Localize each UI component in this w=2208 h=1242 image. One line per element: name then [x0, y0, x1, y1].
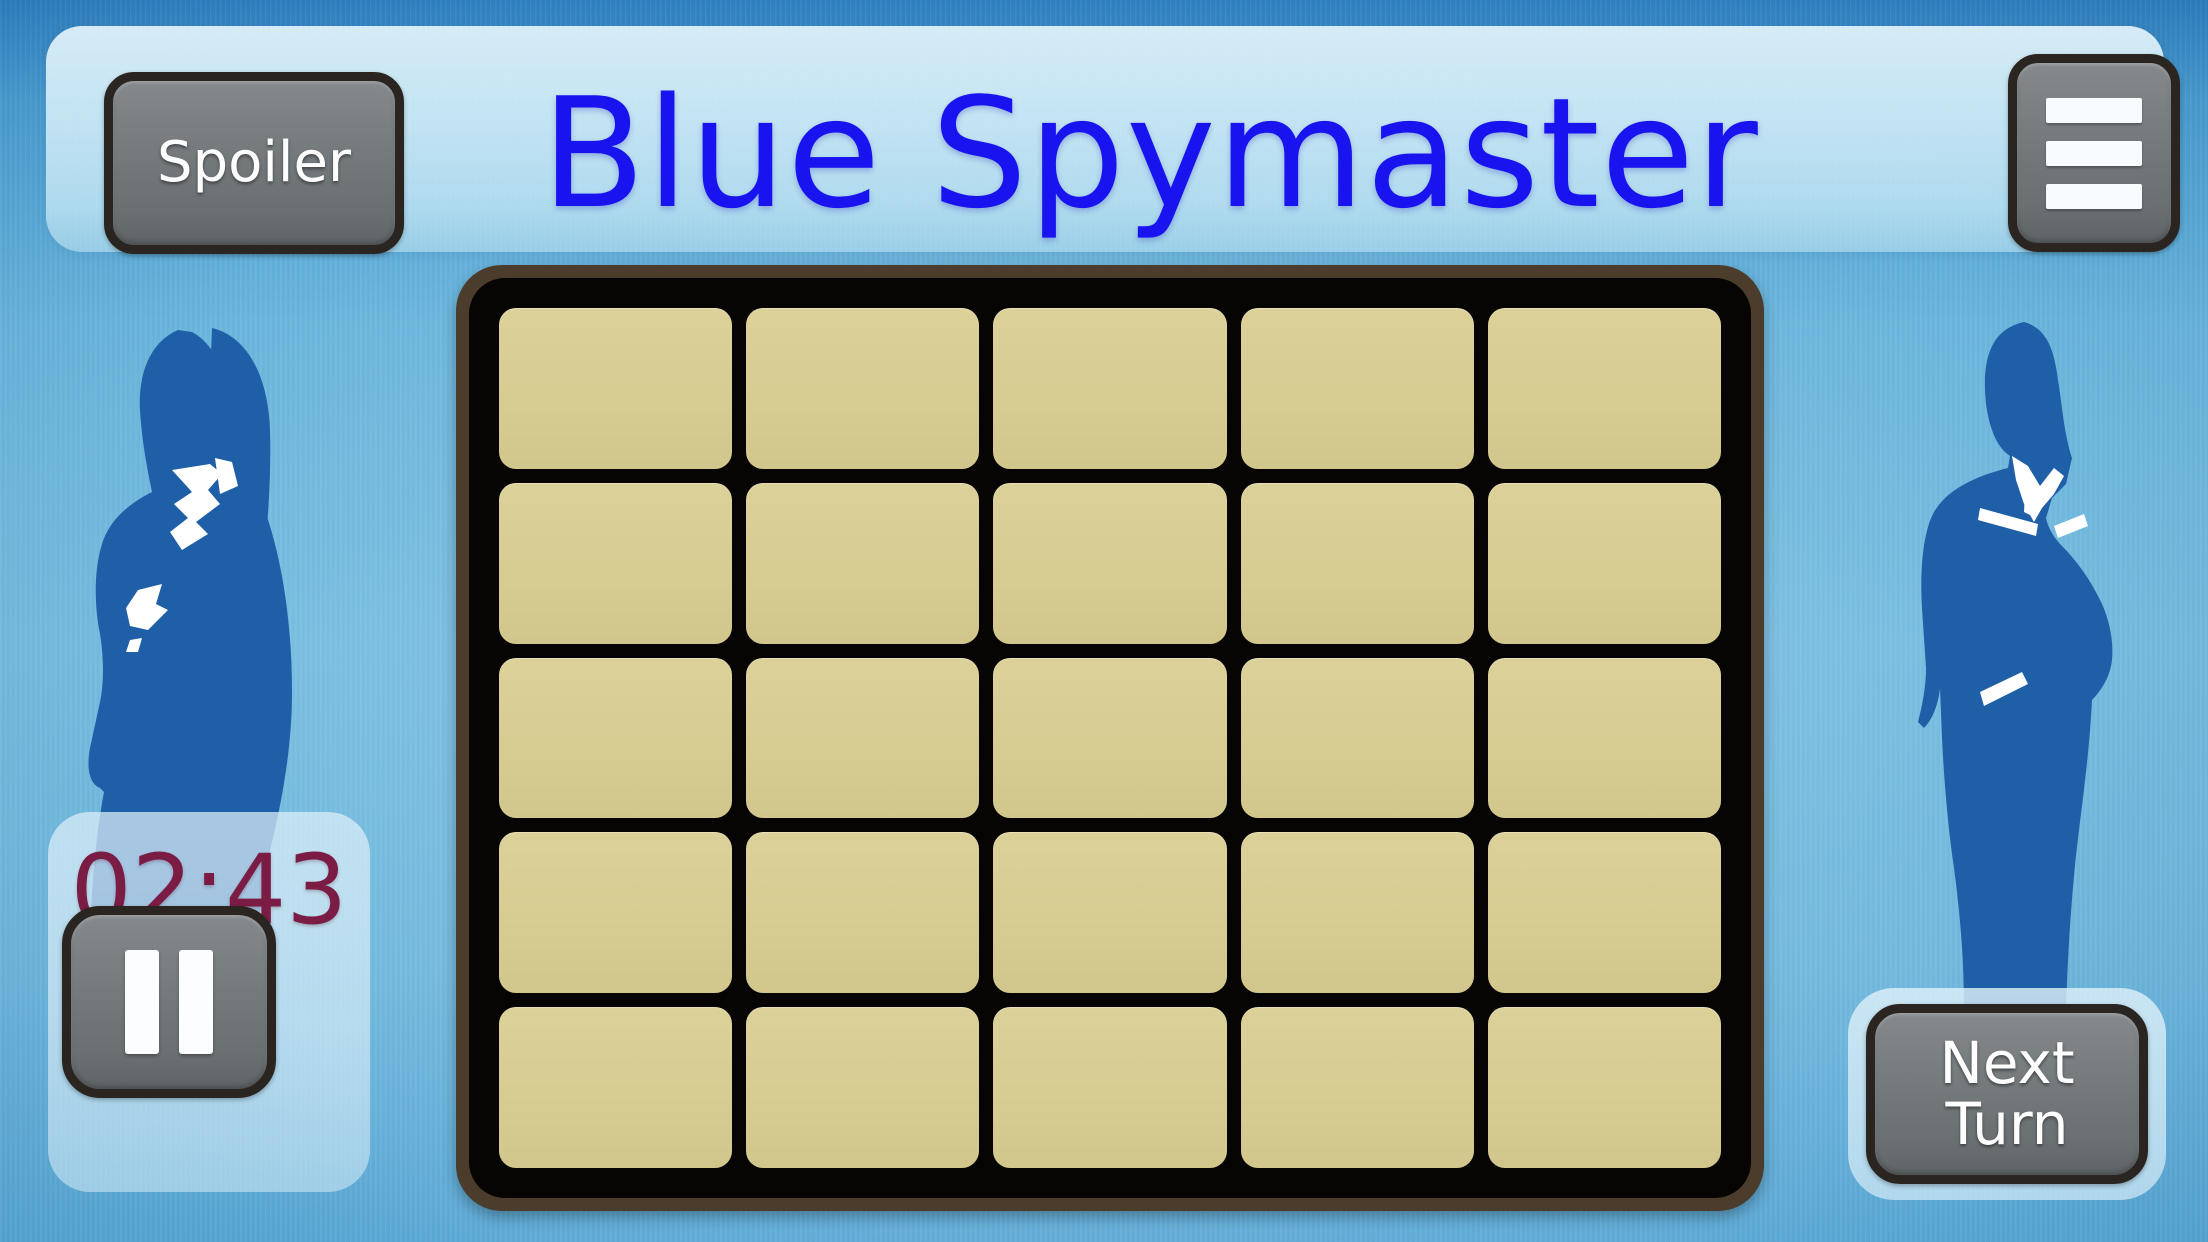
- word-card[interactable]: [1240, 308, 1474, 469]
- word-card[interactable]: [499, 1007, 733, 1168]
- pause-button[interactable]: [62, 906, 276, 1098]
- word-card[interactable]: [993, 657, 1227, 819]
- word-card[interactable]: [746, 308, 980, 469]
- word-card[interactable]: [1487, 308, 1721, 469]
- next-turn-button[interactable]: Next Turn: [1866, 1004, 2148, 1184]
- word-card[interactable]: [993, 482, 1227, 644]
- word-card[interactable]: [499, 657, 733, 819]
- game-screen: Spoiler Blue Spymaster 02:43 Next Turn: [0, 0, 2208, 1242]
- header-bar: Spoiler Blue Spymaster: [46, 26, 2180, 254]
- male-spy-silhouette: [1918, 322, 2113, 1008]
- page-title: Blue Spymaster: [541, 65, 1759, 242]
- word-card[interactable]: [746, 1007, 980, 1168]
- word-card[interactable]: [499, 482, 733, 644]
- word-card[interactable]: [1240, 657, 1474, 819]
- word-card[interactable]: [1487, 657, 1721, 819]
- word-card[interactable]: [993, 308, 1227, 469]
- word-card[interactable]: [746, 832, 980, 994]
- pause-icon-bar-1: [125, 950, 159, 1054]
- hamburger-bar-2: [2046, 140, 2142, 166]
- word-card[interactable]: [993, 1007, 1227, 1168]
- word-card[interactable]: [746, 482, 980, 644]
- hamburger-bar-3: [2046, 183, 2142, 209]
- word-card[interactable]: [1240, 832, 1474, 994]
- word-card[interactable]: [499, 308, 733, 469]
- word-card[interactable]: [1487, 832, 1721, 994]
- word-card[interactable]: [499, 832, 733, 994]
- next-turn-label-line1: Next: [1939, 1028, 2075, 1097]
- word-card[interactable]: [1240, 482, 1474, 644]
- word-card[interactable]: [1240, 1007, 1474, 1168]
- hamburger-bar-1: [2046, 97, 2142, 123]
- next-turn-label-line2: Turn: [1945, 1090, 2069, 1158]
- word-card[interactable]: [1487, 1007, 1721, 1168]
- word-card[interactable]: [746, 657, 980, 819]
- game-board-grid: [469, 278, 1751, 1198]
- hamburger-menu-icon[interactable]: [2008, 54, 2180, 252]
- next-turn-label: Next Turn: [1939, 1032, 2074, 1158]
- game-board-frame: [456, 265, 1764, 1211]
- pause-icon-bar-2: [179, 950, 213, 1054]
- word-card[interactable]: [993, 832, 1227, 994]
- word-card[interactable]: [1487, 482, 1721, 644]
